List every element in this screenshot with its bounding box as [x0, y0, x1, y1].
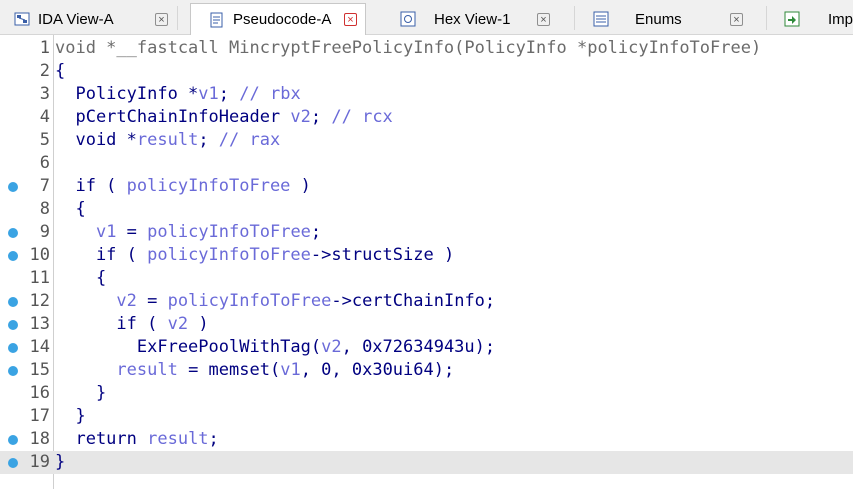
line-number: 19 — [29, 452, 50, 472]
code-text: if ( policyInfoToFree ) — [55, 176, 311, 196]
tab-hex-view[interactable]: Hex View-1 × — [400, 4, 552, 34]
line-number: 15 — [29, 360, 50, 380]
code-text: v1 = policyInfoToFree; — [95, 222, 322, 242]
code-text: PolicyInfo *v1; // rbx — [55, 84, 301, 104]
code-line[interactable]: 5 void *result; // rax — [0, 129, 853, 152]
line-number: 9 — [39, 222, 50, 242]
code-text: } — [55, 406, 86, 426]
enums-icon — [593, 11, 609, 27]
close-icon[interactable]: × — [155, 12, 168, 26]
close-icon[interactable]: × — [730, 12, 743, 26]
code-line[interactable]: 17 } — [0, 405, 853, 428]
line-number: 13 — [29, 314, 50, 334]
code-line[interactable]: 3 PolicyInfo *v1; // rbx — [0, 83, 853, 106]
code-line[interactable]: 11 { — [0, 267, 853, 290]
breakpoint-marker-icon[interactable] — [8, 320, 18, 330]
code-line[interactable]: 4 pCertChainInfoHeader v2; // rcx — [0, 106, 853, 129]
line-number: 10 — [29, 245, 50, 265]
code-text: { — [55, 268, 107, 288]
hex-view-icon — [400, 11, 416, 27]
code-text: v2 = policyInfoToFree->certChainInfo; — [116, 291, 496, 311]
tab-label: Pseudocode-A — [233, 11, 332, 28]
line-number: 6 — [39, 153, 50, 173]
code-line[interactable]: 18 return result; — [0, 428, 853, 451]
line-number: 12 — [29, 291, 50, 311]
code-text: } — [55, 383, 107, 403]
tab-ida-view[interactable]: IDA View-A × — [14, 4, 170, 34]
breakpoint-marker-icon[interactable] — [8, 251, 18, 261]
line-number: 7 — [39, 176, 50, 196]
code-line[interactable]: 13 if ( v2 ) — [0, 313, 853, 336]
code-line[interactable]: 6 — [0, 152, 853, 175]
code-line[interactable]: 2{ — [0, 60, 853, 83]
line-number: 1 — [39, 38, 50, 58]
line-number: 18 — [29, 429, 50, 449]
breakpoint-marker-icon[interactable] — [8, 458, 18, 468]
code-text: } — [55, 452, 66, 472]
breakpoint-marker-icon[interactable] — [8, 343, 18, 353]
code-text: return result; — [55, 429, 219, 449]
tab-imports[interactable]: Imp — [784, 4, 853, 34]
code-text: result = memset(v1, 0, 0x30ui64); — [116, 360, 455, 380]
code-line[interactable]: 1 void *__fastcall MincryptFreePolicyInfo… — [0, 37, 853, 60]
code-line[interactable]: 19} — [0, 451, 853, 474]
line-number: 3 — [39, 84, 50, 104]
close-icon[interactable]: × — [344, 13, 357, 26]
code-line[interactable]: 7 if ( policyInfoToFree ) — [0, 175, 853, 198]
code-text: { — [55, 199, 86, 219]
tab-label: Hex View-1 — [434, 10, 511, 28]
line-number: 2 — [39, 61, 50, 81]
breakpoint-marker-icon[interactable] — [8, 435, 18, 445]
code-text: { — [55, 61, 66, 81]
code-text: if ( policyInfoToFree->structSize ) — [55, 245, 455, 265]
code-line[interactable]: 12 v2 = policyInfoToFree->certChainInfo; — [0, 290, 853, 313]
tab-label: Imp — [828, 10, 853, 28]
line-number: 16 — [29, 383, 50, 403]
line-number: 17 — [29, 406, 50, 426]
ida-view-icon — [14, 11, 30, 27]
line-number: 5 — [39, 130, 50, 150]
line-number: 4 — [39, 107, 50, 127]
tab-bar: IDA View-A × Pseudocode-A × Hex View-1 ×… — [0, 0, 853, 35]
tab-divider — [574, 6, 575, 30]
close-icon[interactable]: × — [537, 12, 550, 26]
line-number: 14 — [29, 337, 50, 357]
code-line[interactable]: 14 ExFreePoolWithTag(v2, 0x72634943u); — [0, 336, 853, 359]
tab-divider — [766, 6, 767, 30]
code-line[interactable]: 10 if ( policyInfoToFree->structSize ) — [0, 244, 853, 267]
code-text: ExFreePoolWithTag(v2, 0x72634943u); — [55, 337, 496, 357]
code-text: void *__fastcall MincryptFreePolicyInfo(… — [55, 38, 762, 58]
tab-divider — [177, 6, 178, 30]
line-number: 11 — [29, 268, 50, 288]
code-line[interactable]: 8 { — [0, 198, 853, 221]
breakpoint-marker-icon[interactable] — [8, 297, 18, 307]
code-text: if ( v2 ) — [55, 314, 209, 334]
breakpoint-marker-icon[interactable] — [8, 182, 18, 192]
tab-pseudocode[interactable]: Pseudocode-A × — [190, 3, 366, 35]
code-text: void *result; // rax — [55, 130, 281, 150]
code-line[interactable]: 9 v1 = policyInfoToFree; — [0, 221, 853, 244]
code-line[interactable]: 16 } — [0, 382, 853, 405]
breakpoint-marker-icon[interactable] — [8, 228, 18, 238]
code-text: pCertChainInfoHeader v2; // rcx — [55, 107, 393, 127]
pseudocode-icon — [209, 12, 225, 28]
code-line[interactable]: 15 result = memset(v1, 0, 0x30ui64); — [0, 359, 853, 382]
line-number: 8 — [39, 199, 50, 219]
tab-label: Enums — [635, 10, 682, 28]
tab-label: IDA View-A — [38, 10, 114, 28]
tab-enums[interactable]: Enums × — [593, 4, 745, 34]
breakpoint-marker-icon[interactable] — [8, 366, 18, 376]
imports-icon — [784, 11, 800, 27]
